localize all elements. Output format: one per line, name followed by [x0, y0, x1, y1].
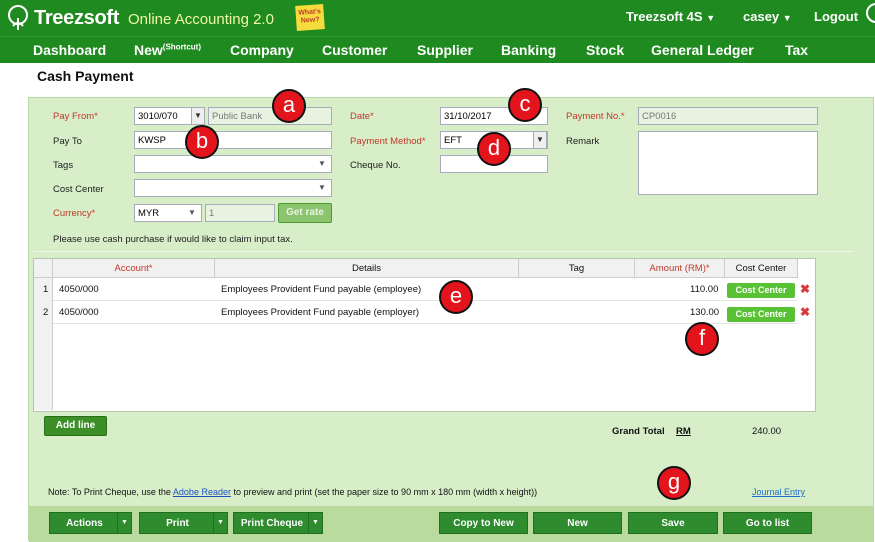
actions-button[interactable]: Actions ▼ — [49, 512, 132, 534]
tree-logo-icon — [8, 5, 28, 30]
grid-header-tag: Tag — [519, 259, 635, 278]
user-name: casey — [743, 9, 780, 24]
whats-new-note[interactable]: What's New? — [295, 4, 325, 31]
pay-to-input[interactable]: KWSP — [134, 131, 332, 149]
grid-header-details: Details — [215, 259, 519, 278]
row-details[interactable]: Employees Provident Fund payable (employ… — [221, 284, 421, 295]
row-amount[interactable]: 130.00 — [690, 307, 719, 318]
currency-label: Currency* — [53, 208, 96, 219]
row-account[interactable]: 4050/000 — [59, 284, 99, 295]
nav-general-ledger[interactable]: General Ledger — [651, 42, 754, 58]
actions-label: Actions — [66, 518, 103, 529]
row-account[interactable]: 4050/000 — [59, 307, 99, 318]
table-row[interactable] — [53, 278, 798, 301]
nav-stock[interactable]: Stock — [586, 42, 624, 58]
row-amount[interactable]: 110.00 — [690, 284, 718, 295]
user-menu[interactable]: casey ▼ — [743, 9, 792, 24]
cost-center-select[interactable] — [134, 179, 332, 197]
chevron-down-icon: ▼ — [782, 13, 792, 23]
grand-total-value: 240.00 — [752, 426, 782, 437]
copy-to-new-button[interactable]: Copy to New — [439, 512, 528, 534]
nav-new-shortcut: (Shortcut) — [162, 42, 202, 52]
chevron-down-icon: ▼ — [318, 183, 326, 192]
nav-tax[interactable]: Tax — [785, 42, 808, 58]
nav-new[interactable]: New(Shortcut) — [134, 42, 201, 58]
company-menu[interactable]: Treezsoft 4S ▼ — [626, 9, 715, 24]
print-cheque-note: Note: To Print Cheque, use the Adobe Rea… — [48, 487, 537, 497]
pay-from-name: Public Bank — [208, 107, 332, 125]
grid-header-account: Account* — [53, 259, 215, 278]
grid-header-no — [34, 259, 53, 278]
save-button[interactable]: Save — [628, 512, 718, 534]
date-label: Date* — [350, 111, 374, 122]
marker-a: a — [272, 89, 306, 123]
pay-to-label: Pay To — [53, 136, 82, 147]
page-title: Cash Payment — [37, 68, 134, 84]
grid-row-number-column — [34, 278, 53, 410]
nav-dashboard[interactable]: Dashboard — [33, 42, 106, 58]
nav-banking[interactable]: Banking — [501, 42, 556, 58]
chevron-down-icon: ▼ — [188, 208, 196, 217]
row-cost-center-button[interactable]: Cost Center — [727, 307, 795, 322]
grand-total-currency: RM — [676, 426, 691, 437]
payment-method-label: Payment Method* — [350, 136, 426, 147]
chevron-down-icon[interactable]: ▼ — [533, 131, 547, 149]
caret-down-icon: ▼ — [213, 513, 227, 533]
new-button[interactable]: New — [533, 512, 622, 534]
row-number: 1 — [43, 284, 49, 295]
divider — [33, 251, 853, 252]
app-logo-text[interactable]: Treezsoft — [34, 7, 119, 30]
pay-from-input[interactable]: 3010/070 — [134, 107, 192, 125]
chevron-down-icon: ▼ — [706, 13, 716, 23]
nav-customer[interactable]: Customer — [322, 42, 387, 58]
marker-g: g — [657, 466, 691, 500]
tags-select[interactable] — [134, 155, 332, 173]
cheque-no-label: Cheque No. — [350, 160, 401, 171]
add-line-button[interactable]: Add line — [44, 416, 107, 436]
table-row[interactable] — [53, 301, 798, 324]
chevron-down-icon: ▼ — [318, 159, 326, 168]
company-name: Treezsoft 4S — [626, 9, 703, 24]
payment-no-input: CP0016 — [638, 107, 818, 125]
marker-d: d — [477, 132, 511, 166]
journal-entry-link[interactable]: Journal Entry — [752, 487, 805, 497]
grid-header-amount: Amount (RM)* — [635, 259, 725, 278]
row-cost-center-button[interactable]: Cost Center — [727, 283, 795, 298]
row-details[interactable]: Employees Provident Fund payable (employ… — [221, 307, 419, 318]
pay-from-label: Pay From* — [53, 111, 98, 122]
note-prefix: Note: To Print Cheque, use the — [48, 487, 173, 497]
note-suffix: to preview and print (set the paper size… — [230, 487, 538, 497]
get-rate-button[interactable]: Get rate — [278, 203, 332, 223]
delete-row-icon[interactable]: ✖ — [800, 282, 810, 296]
cost-center-label: Cost Center — [53, 184, 104, 195]
logout-link[interactable]: Logout — [814, 9, 858, 24]
cash-purchase-notice: Please use cash purchase if would like t… — [53, 234, 293, 245]
grand-total-label: Grand Total — [612, 426, 665, 437]
nav-new-label: New — [134, 42, 163, 58]
print-label: Print — [166, 518, 189, 529]
print-cheque-button[interactable]: Print Cheque ▼ — [233, 512, 323, 534]
nav-company[interactable]: Company — [230, 42, 294, 58]
caret-down-icon: ▼ — [117, 513, 131, 533]
grid-header-cost-center: Cost Center — [725, 259, 798, 278]
chevron-down-icon[interactable]: ▼ — [191, 107, 205, 125]
caret-down-icon: ▼ — [308, 513, 322, 533]
exchange-rate-input[interactable]: 1 — [205, 204, 275, 222]
tags-label: Tags — [53, 160, 74, 171]
print-cheque-label: Print Cheque — [240, 518, 304, 529]
delete-row-icon[interactable]: ✖ — [800, 305, 810, 319]
print-button[interactable]: Print ▼ — [139, 512, 228, 534]
remark-textarea[interactable] — [638, 131, 818, 195]
nav-supplier[interactable]: Supplier — [417, 42, 473, 58]
product-name: Online Accounting 2.0 — [128, 11, 274, 28]
go-to-list-button[interactable]: Go to list — [723, 512, 812, 534]
marker-c: c — [508, 88, 542, 122]
marker-f: f — [685, 322, 719, 356]
marker-e: e — [439, 280, 473, 314]
payment-no-label: Payment No.* — [566, 111, 625, 122]
adobe-reader-link[interactable]: Adobe Reader — [173, 487, 231, 497]
row-number: 2 — [43, 307, 49, 318]
remark-label: Remark — [566, 136, 600, 147]
marker-b: b — [185, 125, 219, 159]
